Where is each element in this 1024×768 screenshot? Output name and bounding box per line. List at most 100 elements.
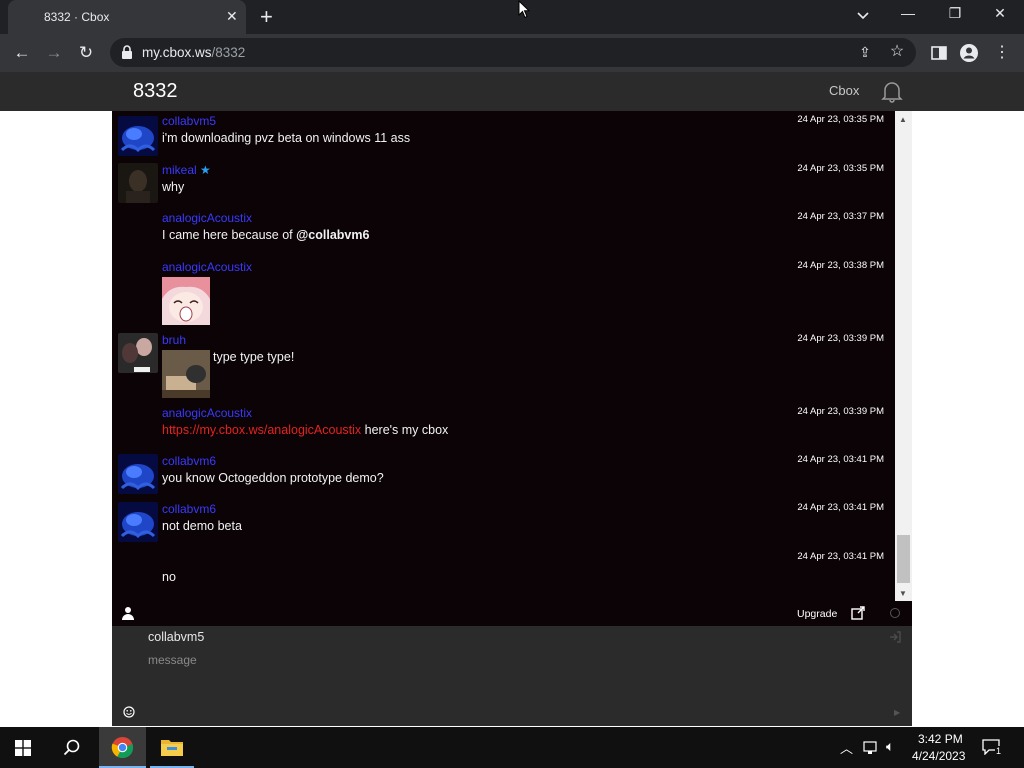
chat-message: 24 Apr 23, 03:41 PM no bbox=[112, 548, 894, 596]
message-timestamp: 24 Apr 23, 03:39 PM bbox=[797, 333, 884, 344]
avatar[interactable] bbox=[118, 454, 158, 494]
message-nick[interactable]: analogicAcoustix bbox=[162, 211, 252, 225]
message-timestamp: 24 Apr 23, 03:41 PM bbox=[797, 454, 884, 465]
message-text: I came here because of @collabvm6 bbox=[162, 228, 369, 242]
chrome-taskbar-button[interactable] bbox=[99, 727, 146, 768]
message-text: i'm downloading pvz beta on windows 11 a… bbox=[162, 131, 411, 145]
side-panel-icon[interactable] bbox=[928, 42, 950, 64]
message-timestamp: 24 Apr 23, 03:41 PM bbox=[797, 551, 884, 562]
star-badge-icon: ★ bbox=[200, 163, 211, 177]
message-text-body: here's my cbox bbox=[361, 423, 449, 437]
profile-icon[interactable] bbox=[958, 42, 980, 64]
message-text-body: I came here because of bbox=[162, 228, 297, 242]
cbox-brand-link[interactable]: Cbox bbox=[829, 83, 859, 98]
address-bar[interactable]: my.cbox.ws/8332 ⇪ ☆ bbox=[110, 38, 916, 67]
browser-tab-strip: 8332 · Cbox ✕ + — ❐ ✕ bbox=[0, 0, 1024, 34]
cbox-header: 8332 Cbox bbox=[0, 72, 1024, 111]
search-icon[interactable] bbox=[63, 739, 81, 757]
forward-button[interactable]: → bbox=[43, 42, 65, 64]
message-timestamp: 24 Apr 23, 03:35 PM bbox=[797, 163, 884, 174]
show-hidden-icons-chevron-icon[interactable]: ︿ bbox=[840, 738, 853, 757]
avatar[interactable] bbox=[118, 502, 158, 542]
tab-search-chevron-icon[interactable] bbox=[855, 7, 871, 23]
message-text: not demo beta bbox=[162, 519, 242, 533]
chat-scrollbar[interactable]: ▲ ▼ bbox=[895, 111, 912, 601]
scrollbar-thumb[interactable] bbox=[897, 535, 910, 583]
avatar[interactable] bbox=[118, 116, 158, 156]
chat-message-list[interactable]: collabvm5 24 Apr 23, 03:35 PM i'm downlo… bbox=[112, 111, 912, 601]
chat-message: bruh 24 Apr 23, 03:39 PM type type type! bbox=[112, 330, 894, 402]
message-nick[interactable]: analogicAcoustix bbox=[162, 406, 252, 420]
back-button[interactable]: ← bbox=[11, 42, 33, 64]
message-nick[interactable]: collabvm6 bbox=[162, 454, 216, 468]
message-nick[interactable]: mikeal ★ bbox=[162, 163, 211, 177]
menu-kebab-icon[interactable]: ⋮ bbox=[991, 42, 1013, 64]
bell-icon[interactable] bbox=[879, 78, 905, 104]
message-input[interactable]: message bbox=[148, 653, 848, 673]
url-text: my.cbox.ws/8332 bbox=[142, 45, 245, 60]
chat-message: analogicAcoustix 24 Apr 23, 03:38 PM bbox=[112, 257, 894, 329]
user-icon[interactable] bbox=[122, 606, 134, 620]
new-tab-button[interactable]: + bbox=[260, 4, 273, 30]
message-nick[interactable]: collabvm6 bbox=[162, 502, 216, 516]
chat-message: analogicAcoustix 24 Apr 23, 03:37 PM I c… bbox=[112, 208, 894, 256]
notification-count-badge: 1 bbox=[995, 746, 1003, 756]
scroll-down-arrow-icon[interactable]: ▼ bbox=[899, 589, 907, 598]
scroll-up-arrow-icon[interactable]: ▲ bbox=[899, 115, 907, 124]
anime-face-sticker-image[interactable] bbox=[162, 277, 210, 325]
url-host: my.cbox.ws bbox=[142, 45, 212, 60]
message-text: type type type! bbox=[213, 350, 295, 364]
file-explorer-taskbar-button[interactable] bbox=[150, 727, 194, 768]
clock-time[interactable]: 3:42 PM bbox=[918, 732, 963, 746]
close-tab-icon[interactable]: ✕ bbox=[226, 8, 238, 25]
send-arrow-icon[interactable]: ▶ bbox=[894, 708, 900, 717]
message-nick[interactable]: analogicAcoustix bbox=[162, 260, 252, 274]
volume-icon[interactable]: 🔈︎ bbox=[886, 738, 894, 755]
mention-link[interactable]: @collabvm6 bbox=[296, 228, 369, 242]
login-icon[interactable] bbox=[889, 631, 901, 643]
message-timestamp: 24 Apr 23, 03:39 PM bbox=[797, 406, 884, 417]
folder-icon bbox=[161, 740, 183, 756]
chat-message: collabvm6 24 Apr 23, 03:41 PM you know O… bbox=[112, 451, 894, 499]
bookmark-star-icon[interactable]: ☆ bbox=[886, 41, 908, 63]
windows-taskbar: ︿ 🔈︎ 3:42 PM 4/24/2023 1 bbox=[0, 727, 1024, 768]
share-icon[interactable]: ⇪ bbox=[854, 41, 876, 63]
message-nick-text: mikeal bbox=[162, 163, 197, 177]
minimize-button[interactable]: — bbox=[898, 5, 918, 21]
lock-icon bbox=[122, 45, 132, 59]
message-text: why bbox=[162, 180, 185, 194]
cat-typing-photo-image[interactable] bbox=[162, 350, 210, 398]
reload-button[interactable]: ↻ bbox=[75, 42, 97, 64]
chat-message: collabvm5 24 Apr 23, 03:35 PM i'm downlo… bbox=[112, 111, 894, 159]
message-nick[interactable]: bruh bbox=[162, 333, 186, 347]
status-circle-icon[interactable] bbox=[890, 608, 900, 618]
url-path: /8332 bbox=[211, 45, 246, 60]
avatar[interactable] bbox=[118, 333, 158, 373]
message-nick[interactable]: collabvm5 bbox=[162, 114, 216, 128]
clock-date[interactable]: 4/24/2023 bbox=[912, 749, 965, 763]
chrome-icon bbox=[111, 736, 134, 759]
room-title: 8332 bbox=[133, 80, 178, 102]
avatar[interactable] bbox=[118, 163, 158, 203]
message-composer: collabvm5 message ▶ bbox=[112, 626, 912, 726]
browser-tab[interactable]: 8332 · Cbox ✕ bbox=[8, 0, 246, 34]
message-timestamp: 24 Apr 23, 03:37 PM bbox=[797, 211, 884, 222]
close-window-button[interactable]: ✕ bbox=[990, 5, 1010, 22]
chat-message: mikeal ★ 24 Apr 23, 03:35 PM why bbox=[112, 160, 894, 208]
notification-center-icon[interactable]: 1 bbox=[982, 739, 1003, 757]
emoji-icon[interactable] bbox=[123, 706, 135, 718]
external-link-icon[interactable] bbox=[851, 606, 865, 620]
message-text: you know Octogeddon prototype demo? bbox=[162, 471, 384, 485]
tab-title: 8332 · Cbox bbox=[44, 10, 110, 24]
restore-button[interactable]: ❐ bbox=[945, 5, 965, 22]
upgrade-link[interactable]: Upgrade bbox=[797, 608, 837, 620]
message-text: no bbox=[162, 570, 176, 584]
network-icon[interactable] bbox=[863, 740, 879, 755]
chat-toolbar: Upgrade bbox=[112, 601, 912, 626]
message-timestamp: 24 Apr 23, 03:41 PM bbox=[797, 502, 884, 513]
name-field[interactable]: collabvm5 bbox=[148, 630, 204, 644]
message-text: https://my.cbox.ws/analogicAcoustix here… bbox=[162, 423, 448, 437]
profile-link[interactable]: https://my.cbox.ws/analogicAcoustix bbox=[162, 423, 361, 437]
windows-start-icon[interactable] bbox=[15, 740, 31, 756]
chat-message: analogicAcoustix 24 Apr 23, 03:39 PM htt… bbox=[112, 403, 894, 451]
